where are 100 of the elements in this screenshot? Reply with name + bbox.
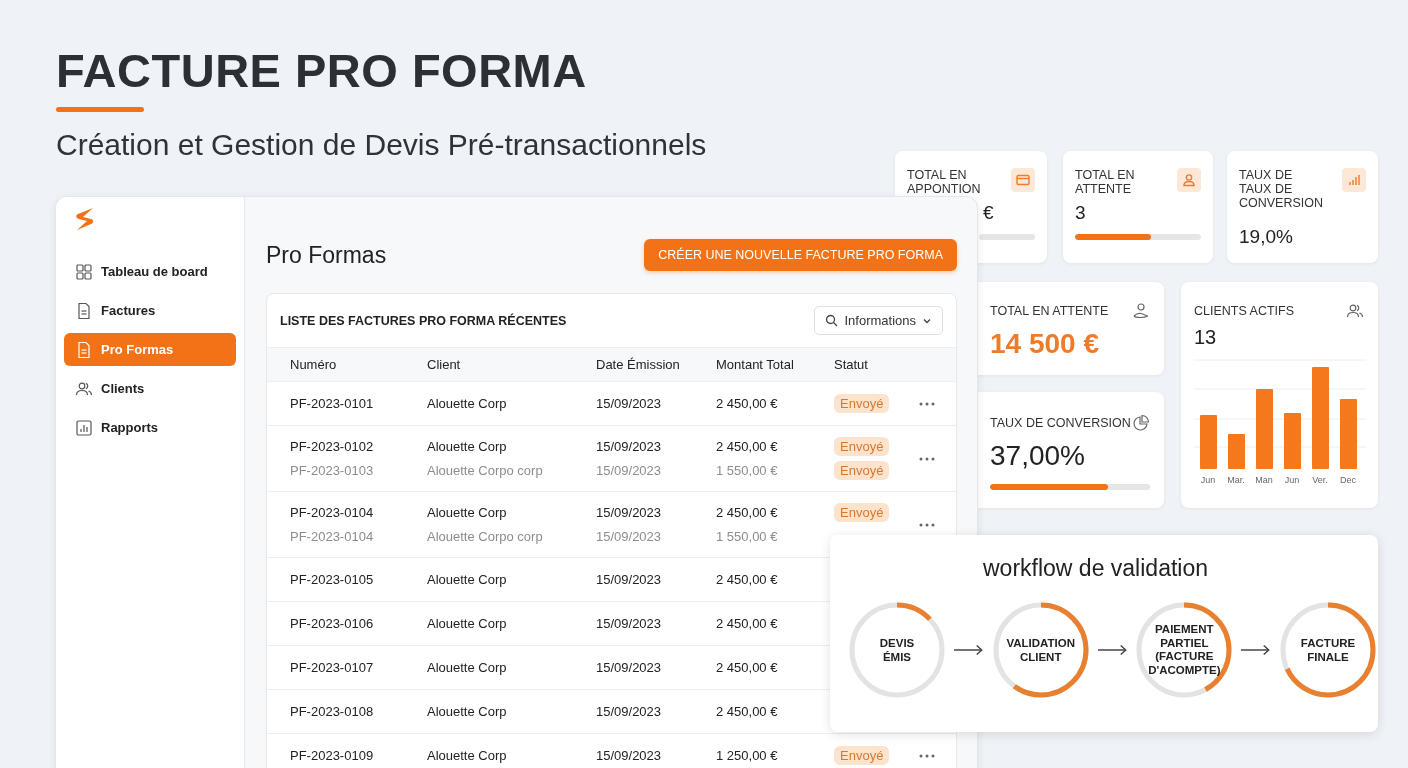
- stat-value: €: [983, 202, 994, 224]
- table-cell-text: PF-2023-0106: [290, 616, 375, 631]
- stat-label: TOTAL EN APPONTION: [907, 168, 982, 196]
- table-cell-text: PF-2023-0101: [290, 396, 375, 411]
- table-cell-text: 1 550,00 €: [716, 463, 779, 478]
- axis-label: Ver.: [1311, 475, 1329, 485]
- table-cell-text: PF-2023-0102: [290, 439, 375, 454]
- table-cell-text: Alouette Corp: [427, 505, 508, 520]
- table-cell-text: 15/09/2023: [596, 529, 663, 544]
- page-subtitle: Création et Gestion de Devis Pré-transactionnels: [56, 128, 707, 163]
- document-icon: [75, 340, 93, 359]
- table-cell-text: PF-2023-0103: [290, 463, 375, 478]
- table-cell-text: PF-2023-0107: [290, 660, 375, 675]
- user-icon: [1177, 168, 1201, 192]
- table-cell-text: PF-2023-0104: [290, 505, 375, 520]
- table-cell-text: PF-2023-0109: [290, 748, 375, 763]
- stat-label: TOTAL EN ATTENTE: [990, 304, 1109, 318]
- table-cell-text: Alouette Corp: [427, 439, 508, 454]
- arrow-icon: [954, 644, 984, 656]
- more-icon[interactable]: [919, 456, 935, 461]
- table-cell-text: 2 450,00 €: [716, 660, 779, 675]
- table-cell-text: PF-2023-0105: [290, 572, 375, 587]
- table-cell-text: 2 450,00 €: [716, 616, 779, 631]
- table-cell-text: 2 450,00 €: [716, 439, 779, 454]
- table-cell-text: 2 450,00 €: [716, 396, 779, 411]
- arrow-icon: [1241, 644, 1271, 656]
- table-cell-text: 2 450,00 €: [716, 704, 779, 719]
- arrow-icon: [1097, 644, 1128, 656]
- column-header: Statut: [834, 357, 869, 372]
- search-icon: [825, 314, 839, 327]
- step-label: FACTURE FINALE: [1300, 636, 1356, 664]
- table-cell-text: 15/09/2023: [596, 572, 663, 587]
- table-cell-text: 1 250,00 €: [716, 748, 779, 763]
- user-hand-icon: [1132, 302, 1150, 320]
- table-cell-text: Alouette Corp: [427, 704, 508, 719]
- axis-label: Dec: [1339, 475, 1357, 485]
- stat-label: TOTAL EN ATTENTE: [1075, 168, 1136, 196]
- table-cell-text: 2 450,00 €: [716, 505, 779, 520]
- chart-bar: [1284, 413, 1301, 469]
- stat-value: 37,00%: [990, 440, 1085, 472]
- more-icon[interactable]: [919, 522, 935, 527]
- table-cell-text: 15/09/2023: [596, 439, 663, 454]
- stat-value: 13: [1194, 326, 1217, 349]
- pie-chart-icon: [1132, 414, 1150, 432]
- card-icon: [1011, 168, 1035, 192]
- more-icon[interactable]: [919, 753, 935, 758]
- column-header: Montant Total: [716, 357, 795, 372]
- stat-value: 19,0%: [1239, 226, 1293, 248]
- status-badge: Envoyé: [834, 746, 890, 765]
- table-cell-text: Alouette Corp: [427, 616, 508, 631]
- column-header: Client: [427, 357, 462, 372]
- table-cell-text: 1 550,00 €: [716, 529, 779, 544]
- axis-label: Jun: [1283, 475, 1301, 485]
- report-icon: [75, 418, 93, 437]
- column-header: Numéro: [290, 357, 338, 372]
- bar-chart-icon: [1342, 168, 1366, 192]
- grid-icon: [75, 262, 93, 281]
- step-label: PAIEMENT PARTIEL (FACTURE D'ACOMPTE): [1148, 623, 1221, 677]
- chart-bar: [1200, 415, 1217, 469]
- column-header: Date Émission: [596, 357, 681, 372]
- table-cell-text: 15/09/2023: [596, 748, 663, 763]
- section-title: Pro Formas: [266, 241, 387, 269]
- table-cell-text: 15/09/2023: [596, 616, 663, 631]
- status-badge: Envoyé: [834, 461, 890, 480]
- table-cell-text: Alouette Corpo corp: [427, 529, 544, 544]
- table-cell-text: Alouette Corp: [427, 396, 508, 411]
- axis-label: Jun: [1199, 475, 1217, 485]
- table-cell-text: PF-2023-0108: [290, 704, 375, 719]
- document-icon: [75, 301, 93, 320]
- table-cell-text: 15/09/2023: [596, 660, 663, 675]
- chart-bar: [1340, 399, 1357, 469]
- table-cell-text: Alouette Corp: [427, 748, 508, 763]
- table-cell-text: 15/09/2023: [596, 396, 663, 411]
- table-cell-text: Alouette Corp: [427, 660, 508, 675]
- sidebar-item[interactable]: Tableau de board: [64, 255, 236, 288]
- table-cell-text: Alouette Corpo corp: [427, 463, 544, 478]
- sidebar-item[interactable]: Rapports: [64, 411, 236, 444]
- table-cell-text: PF-2023-0104: [290, 529, 375, 544]
- more-icon[interactable]: [919, 401, 935, 406]
- table-cell-text: 15/09/2023: [596, 463, 663, 478]
- page-title: FACTURE PRO FORMA: [56, 46, 587, 96]
- stat-value: 14 500 €: [990, 328, 1099, 360]
- stat-label: TAUX DE CONVERSION: [990, 416, 1131, 430]
- axis-label: Man: [1254, 475, 1274, 485]
- stat-value: 3: [1075, 202, 1086, 224]
- axis-label: Mar.: [1226, 475, 1246, 485]
- status-badge: Envoyé: [834, 437, 890, 456]
- status-badge: Envoyé: [834, 503, 890, 522]
- table-cell-text: 2 450,00 €: [716, 572, 779, 587]
- users-icon: [1346, 302, 1364, 320]
- filter-dropdown[interactable]: Informations: [814, 306, 943, 335]
- sidebar-item[interactable]: Factures: [64, 294, 236, 327]
- logo-icon: [75, 207, 95, 231]
- step-label: DEVIS ÉMIS: [879, 636, 915, 664]
- table-title: LISTE DES FACTURES PRO FORMA RÉCENTES: [280, 313, 567, 328]
- table-cell-text: 15/09/2023: [596, 704, 663, 719]
- workflow-title: workflow de validation: [983, 555, 1208, 582]
- status-badge: Envoyé: [834, 394, 890, 413]
- table-cell-text: 15/09/2023: [596, 505, 663, 520]
- sidebar-item[interactable]: Clients: [64, 372, 236, 405]
